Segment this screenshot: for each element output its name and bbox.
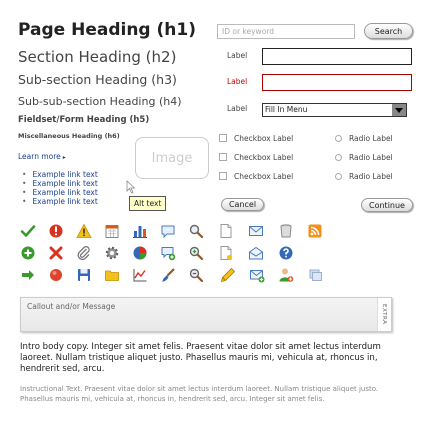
warning-icon[interactable] xyxy=(76,223,92,239)
search-button[interactable]: Search xyxy=(364,23,413,39)
chevron-right-icon: ▸ xyxy=(62,154,66,161)
checkbox[interactable] xyxy=(219,153,227,161)
document-icon[interactable] xyxy=(218,223,234,239)
field-label: Label xyxy=(227,51,248,60)
email-icon[interactable] xyxy=(248,223,264,239)
error-field-label: Label xyxy=(227,77,248,86)
line-chart-icon[interactable] xyxy=(132,267,148,283)
select-value: Fill In Menu xyxy=(265,105,308,114)
intro-body-copy: Intro body copy. Integer sit amet felis.… xyxy=(20,342,381,374)
mail-open-icon[interactable] xyxy=(248,245,264,261)
text-field[interactable] xyxy=(262,48,412,65)
calendar-icon[interactable] xyxy=(104,223,120,239)
fill-in-menu-select[interactable]: Fill In Menu xyxy=(262,103,407,117)
folder-icon[interactable] xyxy=(104,267,120,283)
sub-sub-section-heading: Sub-sub-section Heading (h4) xyxy=(18,95,182,108)
speech-bubble-icon[interactable] xyxy=(160,223,176,239)
radio-button[interactable] xyxy=(335,135,342,142)
bar-chart-icon[interactable] xyxy=(132,223,148,239)
instructional-text: Instructional Text. Praesent vitae dolor… xyxy=(20,385,379,403)
example-link[interactable]: Example link text xyxy=(22,170,97,179)
check-icon[interactable] xyxy=(20,223,36,239)
user-add-icon[interactable] xyxy=(278,267,294,283)
trash-icon[interactable] xyxy=(278,223,294,239)
windows-icon[interactable] xyxy=(307,267,323,283)
select-label: Label xyxy=(227,104,248,113)
alert-circle-icon[interactable] xyxy=(48,223,64,239)
callout-extra-label: EXTRA xyxy=(381,304,387,325)
checkbox[interactable] xyxy=(219,172,227,180)
new-document-icon[interactable] xyxy=(218,245,234,261)
learn-more-link[interactable]: Learn more ▸ xyxy=(18,152,66,161)
example-link-list: Example link text Example link text Exam… xyxy=(22,170,97,206)
checkbox-label: Checkbox Label xyxy=(234,172,294,181)
arrow-right-icon[interactable] xyxy=(20,267,36,283)
help-icon[interactable] xyxy=(278,245,294,261)
example-link[interactable]: Example link text xyxy=(22,188,97,197)
learn-more-label: Learn more xyxy=(18,152,61,161)
delete-x-icon[interactable] xyxy=(48,245,64,261)
fieldset-heading: Fieldset/Form Heading (h5) xyxy=(18,115,150,125)
pencil-icon[interactable] xyxy=(220,267,236,283)
alt-text-tooltip: Alt text xyxy=(129,196,167,211)
checkbox-label: Checkbox Label xyxy=(234,134,294,143)
radio-label: Radio Label xyxy=(349,134,393,143)
page-heading: Page Heading (h1) xyxy=(18,20,196,40)
radio-label: Radio Label xyxy=(349,153,393,162)
continue-button[interactable]: Continue xyxy=(361,198,413,212)
radio-button[interactable] xyxy=(335,173,342,180)
zoom-out-icon[interactable] xyxy=(188,267,204,283)
comment-add-icon[interactable] xyxy=(160,245,176,261)
cancel-button[interactable]: Cancel xyxy=(221,198,264,211)
callout-message: Callout and/or Message EXTRA xyxy=(20,297,392,332)
checkbox-label: Checkbox Label xyxy=(234,153,294,162)
save-icon[interactable] xyxy=(76,267,92,283)
error-text-field[interactable] xyxy=(262,74,412,91)
paint-brush-icon[interactable] xyxy=(160,267,176,283)
search-input[interactable] xyxy=(217,24,355,39)
example-link[interactable]: Example link text xyxy=(22,197,97,206)
add-circle-icon[interactable] xyxy=(20,245,36,261)
section-heading: Section Heading (h2) xyxy=(18,48,177,66)
checkbox[interactable] xyxy=(219,134,227,142)
chevron-down-icon[interactable] xyxy=(392,104,406,116)
mail-add-icon[interactable] xyxy=(249,267,265,283)
rss-icon[interactable] xyxy=(307,223,323,239)
mouse-pointer-icon xyxy=(126,180,136,194)
record-icon[interactable] xyxy=(48,267,64,283)
magnifier-icon[interactable] xyxy=(188,223,204,239)
radio-label: Radio Label xyxy=(349,172,393,181)
callout-text: Callout and/or Message xyxy=(27,302,116,311)
paperclip-icon[interactable] xyxy=(76,245,92,261)
radio-button[interactable] xyxy=(335,154,342,161)
image-placeholder-label: Image xyxy=(151,150,193,166)
misc-heading: Miscellaneous Heading (h6) xyxy=(18,132,120,140)
gear-icon[interactable] xyxy=(104,245,120,261)
zoom-in-icon[interactable] xyxy=(188,245,204,261)
example-link[interactable]: Example link text xyxy=(22,179,97,188)
image-placeholder: Image xyxy=(135,137,209,179)
sub-section-heading: Sub-section Heading (h3) xyxy=(18,72,177,87)
pie-chart-icon[interactable] xyxy=(132,245,148,261)
